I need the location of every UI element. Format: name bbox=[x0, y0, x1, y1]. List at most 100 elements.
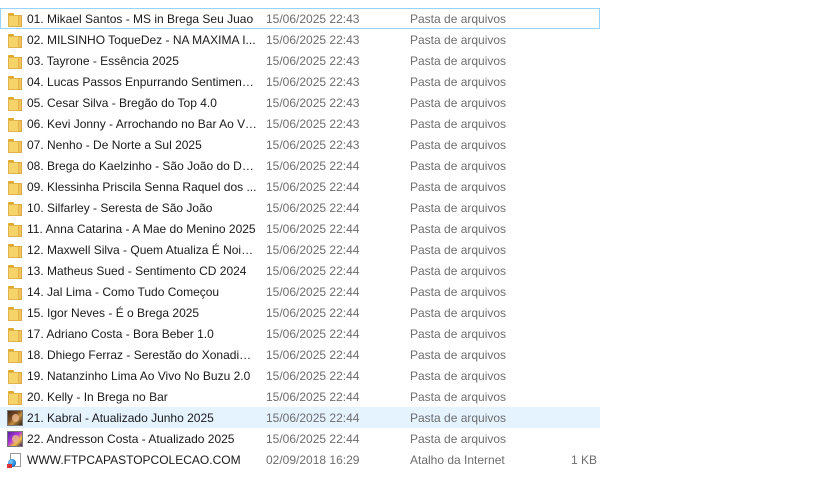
folder-icon bbox=[7, 32, 23, 48]
file-name: 02. MILSINHO ToqueDez - NA MAXIMA I... bbox=[27, 33, 256, 47]
file-type: Pasta de arquivos bbox=[410, 75, 507, 89]
folder-icon bbox=[7, 137, 23, 153]
folder-row[interactable]: 12. Maxwell Silva - Quem Atualiza É Nois… bbox=[0, 239, 600, 260]
file-type: Pasta de arquivos bbox=[410, 306, 507, 320]
file-name: 11. Anna Catarina - A Mae do Menino 2025 bbox=[27, 222, 256, 236]
folder-row[interactable]: 02. MILSINHO ToqueDez - NA MAXIMA I... 15… bbox=[0, 29, 600, 50]
folder-icon bbox=[7, 242, 23, 258]
folder-row[interactable]: 18. Dhiego Ferraz - Serestão do Xonadinh… bbox=[0, 344, 600, 365]
file-type: Pasta de arquivos bbox=[410, 327, 507, 341]
folder-row[interactable]: 13. Matheus Sued - Sentimento CD 2024 15/… bbox=[0, 260, 600, 281]
folder-icon bbox=[7, 368, 23, 384]
folder-icon bbox=[7, 200, 23, 216]
file-type: Pasta de arquivos bbox=[410, 96, 507, 110]
file-date-modified: 15/06/2025 22:44 bbox=[266, 327, 360, 341]
file-name: 20. Kelly - In Brega no Bar bbox=[27, 390, 168, 404]
folder-icon bbox=[7, 116, 23, 132]
folder-row[interactable]: 06. Kevi Jonny - Arrochando no Bar Ao Vi… bbox=[0, 113, 600, 134]
folder-icon bbox=[7, 347, 23, 363]
file-type: Pasta de arquivos bbox=[410, 117, 507, 131]
file-type: Pasta de arquivos bbox=[410, 432, 507, 446]
folder-row[interactable]: 17. Adriano Costa - Bora Beber 1.0 15/06/… bbox=[0, 323, 600, 344]
folder-row[interactable]: 22. Andresson Costa - Atualizado 2025 15/… bbox=[0, 428, 600, 449]
file-date-modified: 02/09/2018 16:29 bbox=[266, 453, 360, 467]
file-date-modified: 15/06/2025 22:44 bbox=[266, 432, 360, 446]
file-type: Pasta de arquivos bbox=[410, 222, 507, 236]
folder-row[interactable]: 19. Natanzinho Lima Ao Vivo No Buzu 2.0 1… bbox=[0, 365, 600, 386]
file-type: Pasta de arquivos bbox=[410, 264, 507, 278]
file-type: Pasta de arquivos bbox=[410, 180, 507, 194]
file-name: 13. Matheus Sued - Sentimento CD 2024 bbox=[27, 264, 247, 278]
file-list: 01. Mikael Santos - MS in Brega Seu Juao… bbox=[0, 8, 838, 470]
file-type: Pasta de arquivos bbox=[410, 285, 507, 299]
file-name: WWW.FTPCAPASTOPCOLECAO.COM bbox=[27, 453, 241, 467]
folder-row[interactable]: 14. Jal Lima - Como Tudo Começou 15/06/20… bbox=[0, 281, 600, 302]
file-date-modified: 15/06/2025 22:44 bbox=[266, 411, 360, 425]
folder-row[interactable]: 07. Nenho - De Norte a Sul 2025 15/06/202… bbox=[0, 134, 600, 155]
file-type: Pasta de arquivos bbox=[410, 243, 507, 257]
folder-row[interactable]: 09. Klessinha Priscila Senna Raquel dos … bbox=[0, 176, 600, 197]
album-thumbnail-icon bbox=[7, 431, 23, 447]
internet-shortcut-icon bbox=[7, 452, 23, 468]
file-name: 19. Natanzinho Lima Ao Vivo No Buzu 2.0 bbox=[27, 369, 251, 383]
file-date-modified: 15/06/2025 22:44 bbox=[266, 264, 360, 278]
file-name: 09. Klessinha Priscila Senna Raquel dos … bbox=[27, 180, 257, 194]
folder-row[interactable]: 15. Igor Neves - É o Brega 2025 15/06/202… bbox=[0, 302, 600, 323]
folder-row[interactable]: 20. Kelly - In Brega no Bar 15/06/2025 22… bbox=[0, 386, 600, 407]
file-date-modified: 15/06/2025 22:44 bbox=[266, 306, 360, 320]
folder-icon bbox=[7, 263, 23, 279]
file-date-modified: 15/06/2025 22:44 bbox=[266, 390, 360, 404]
file-name: 08. Brega do Kaelzinho - São João do Des… bbox=[27, 159, 257, 173]
folder-row[interactable]: 08. Brega do Kaelzinho - São João do Des… bbox=[0, 155, 600, 176]
file-name: 14. Jal Lima - Como Tudo Começou bbox=[27, 285, 220, 299]
folder-row[interactable]: 01. Mikael Santos - MS in Brega Seu Juao… bbox=[0, 8, 600, 29]
file-type: Pasta de arquivos bbox=[410, 12, 507, 26]
file-type: Pasta de arquivos bbox=[410, 369, 507, 383]
folder-row[interactable]: 10. Silfarley - Seresta de São João 15/06… bbox=[0, 197, 600, 218]
folder-row[interactable]: 11. Anna Catarina - A Mae do Menino 2025… bbox=[0, 218, 600, 239]
file-type: Pasta de arquivos bbox=[410, 411, 507, 425]
file-date-modified: 15/06/2025 22:43 bbox=[266, 75, 360, 89]
file-date-modified: 15/06/2025 22:43 bbox=[266, 54, 360, 68]
file-size: 1 KB bbox=[570, 453, 597, 467]
folder-row[interactable]: 03. Tayrone - Essência 2025 15/06/2025 22… bbox=[0, 50, 600, 71]
file-date-modified: 15/06/2025 22:43 bbox=[266, 138, 360, 152]
file-type: Pasta de arquivos bbox=[410, 159, 507, 173]
folder-icon bbox=[7, 326, 23, 342]
file-type: Atalho da Internet bbox=[410, 453, 505, 467]
file-name: 17. Adriano Costa - Bora Beber 1.0 bbox=[27, 327, 214, 341]
folder-icon bbox=[7, 179, 23, 195]
file-date-modified: 15/06/2025 22:44 bbox=[266, 369, 360, 383]
file-name: 22. Andresson Costa - Atualizado 2025 bbox=[27, 432, 235, 446]
folder-icon bbox=[7, 53, 23, 69]
file-type: Pasta de arquivos bbox=[410, 390, 507, 404]
file-name: 06. Kevi Jonny - Arrochando no Bar Ao Vi… bbox=[27, 117, 257, 131]
file-name: 05. Cesar Silva - Bregão do Top 4.0 bbox=[27, 96, 217, 110]
file-name: 10. Silfarley - Seresta de São João bbox=[27, 201, 213, 215]
file-date-modified: 15/06/2025 22:44 bbox=[266, 201, 360, 215]
album-thumbnail-icon bbox=[7, 410, 23, 426]
folder-row[interactable]: 04. Lucas Passos Enpurrando Sentimento..… bbox=[0, 71, 600, 92]
folder-icon bbox=[7, 74, 23, 90]
folder-icon bbox=[7, 389, 23, 405]
file-name: 07. Nenho - De Norte a Sul 2025 bbox=[27, 138, 202, 152]
file-name: 03. Tayrone - Essência 2025 bbox=[27, 54, 179, 68]
folder-row[interactable]: 21. Kabral - Atualizado Junho 2025 15/06/… bbox=[0, 407, 600, 428]
file-date-modified: 15/06/2025 22:44 bbox=[266, 243, 360, 257]
file-name: 18. Dhiego Ferraz - Serestão do Xonadinh… bbox=[27, 348, 257, 362]
file-name: 01. Mikael Santos - MS in Brega Seu Juao bbox=[27, 12, 254, 26]
file-name: 21. Kabral - Atualizado Junho 2025 bbox=[27, 411, 214, 425]
file-name: 04. Lucas Passos Enpurrando Sentimento..… bbox=[27, 75, 257, 89]
file-name: 15. Igor Neves - É o Brega 2025 bbox=[27, 306, 200, 320]
folder-icon bbox=[7, 95, 23, 111]
shortcut-row[interactable]: WWW.FTPCAPASTOPCOLECAO.COM 02/09/2018 16:… bbox=[0, 449, 600, 470]
folder-icon bbox=[7, 305, 23, 321]
file-name: 12. Maxwell Silva - Quem Atualiza É Nois… bbox=[27, 243, 257, 257]
folder-icon bbox=[7, 221, 23, 237]
file-date-modified: 15/06/2025 22:44 bbox=[266, 348, 360, 362]
folder-row[interactable]: 05. Cesar Silva - Bregão do Top 4.0 15/06… bbox=[0, 92, 600, 113]
file-type: Pasta de arquivos bbox=[410, 201, 507, 215]
file-date-modified: 15/06/2025 22:43 bbox=[266, 117, 360, 131]
file-type: Pasta de arquivos bbox=[410, 348, 507, 362]
file-date-modified: 15/06/2025 22:44 bbox=[266, 159, 360, 173]
